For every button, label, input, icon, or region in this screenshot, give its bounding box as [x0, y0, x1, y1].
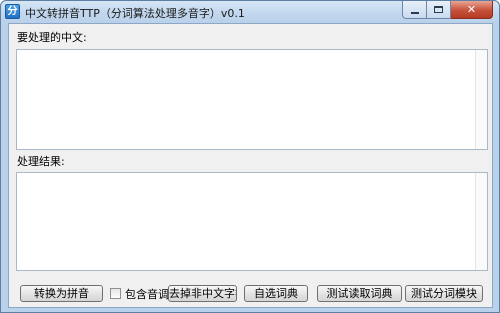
close-icon: ✕ — [466, 3, 477, 16]
maximize-icon — [434, 6, 443, 13]
minimize-icon — [410, 11, 419, 14]
title-bar[interactable]: 分 中文转拼音TTP（分词算法处理多音字）v0.1 ✕ — [1, 1, 499, 23]
include-tone-option[interactable]: 包含音调 — [110, 285, 169, 302]
test-read-dictionary-button[interactable]: 测试读取词典 — [317, 285, 402, 302]
result-label: 处理结果: — [17, 155, 65, 168]
result-textarea[interactable] — [17, 173, 487, 270]
input-textbox[interactable] — [16, 49, 488, 150]
app-icon[interactable]: 分 — [5, 4, 20, 19]
custom-dictionary-button[interactable]: 自选词典 — [244, 285, 308, 302]
input-textarea[interactable] — [17, 50, 487, 149]
window-title: 中文转拼音TTP（分词算法处理多音字）v0.1 — [25, 7, 245, 20]
app-window: 分 中文转拼音TTP（分词算法处理多音字）v0.1 ✕ 要处理的中文: 处理结果… — [0, 0, 500, 313]
input-label: 要处理的中文: — [17, 31, 87, 44]
include-tone-checkbox[interactable] — [110, 288, 121, 299]
test-segmentation-button[interactable]: 测试分词模块 — [405, 285, 483, 302]
include-tone-label[interactable]: 包含音调 — [125, 286, 169, 302]
result-scrollbar[interactable] — [475, 173, 487, 270]
close-button[interactable]: ✕ — [451, 1, 493, 19]
maximize-button[interactable] — [427, 1, 451, 19]
minimize-button[interactable] — [402, 1, 427, 19]
client-area: 要处理的中文: 处理结果: 转换为拼音 包含音调 去掉非中文字符 自选词典 测试… — [8, 23, 493, 308]
remove-non-chinese-button[interactable]: 去掉非中文字符 — [168, 285, 237, 302]
convert-to-pinyin-button[interactable]: 转换为拼音 — [20, 285, 103, 302]
input-scrollbar[interactable] — [475, 50, 487, 149]
result-textbox[interactable] — [16, 172, 488, 271]
caption-buttons: ✕ — [402, 1, 493, 19]
